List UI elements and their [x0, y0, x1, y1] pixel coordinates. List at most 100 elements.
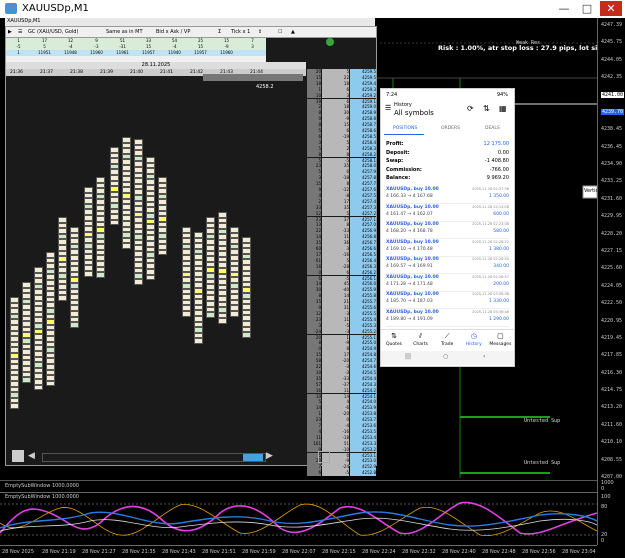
trade-profit: 1 290.00 — [488, 316, 509, 322]
balance-key: Deposit: — [386, 149, 410, 156]
symbol-select[interactable]: GC (XAU/USD, Gold) — [28, 29, 78, 35]
footprint-cell — [182, 311, 191, 317]
trade-time: 2025.11.28 05:36:46 — [472, 309, 509, 314]
price-axis-label: 4236.45 — [601, 143, 623, 150]
trade-row[interactable]: XAUUSDp, buy 10.00 4 169.10 → 4 170.48 202… — [386, 239, 509, 257]
footprint-cell — [194, 338, 203, 344]
home-icon[interactable]: ○ — [443, 353, 448, 360]
scrollbar-thumb[interactable] — [243, 454, 263, 461]
balance-row: Commission: -766.00 — [386, 167, 509, 175]
trade-row[interactable]: XAUUSDp, buy 10.00 4 168.20 → 4 168.78 202… — [386, 221, 509, 239]
footprint-cell — [242, 332, 251, 338]
horizontal-scrollbar[interactable] — [42, 453, 266, 462]
sigma-icon[interactable]: Σ — [218, 29, 221, 35]
time-axis-label: 28 Nov 21:59 — [242, 549, 276, 555]
time-axis-label: 28 Nov 21:35 — [122, 549, 156, 555]
trade-row[interactable]: XAUUSDp, buy 10.00 4 189.80 → 4 191.09 202… — [386, 309, 509, 327]
tick-select[interactable]: Tick x 1 — [231, 29, 250, 35]
triangle-up-icon[interactable]: ▲ — [291, 29, 295, 35]
balance-key: Balance: — [386, 175, 411, 181]
price-axis-label: 4238.45 — [601, 126, 623, 133]
trade-prices: 4 168.20 → 4 168.78 — [386, 229, 433, 234]
price-axis-label: 4210.10 — [601, 439, 623, 446]
trade-row[interactable]: XAUUSDp, buy 10.00 4 185.70 → 4 187.03 202… — [386, 291, 509, 309]
nav-messages-icon[interactable]: ▢ — [487, 332, 513, 340]
scroll-right-icon[interactable]: ▶ — [266, 451, 276, 461]
recent-apps-icon[interactable]: ||| — [405, 353, 411, 360]
subwindow-title: XAUUSDp,M1 — [5, 18, 375, 26]
price-axis-label: 4222.50 — [601, 300, 623, 307]
nav-trade-icon[interactable]: ⟋ — [434, 332, 460, 341]
refresh-icon[interactable]: ⟳ — [467, 104, 474, 113]
close-button[interactable]: ✕ — [600, 1, 622, 16]
hamburger-icon[interactable]: ☰ — [385, 104, 391, 112]
phone-header: History — [394, 102, 412, 108]
trade-row[interactable]: XAUUSDp, buy 10.00 4 171.28 → 4 171.48 202… — [386, 274, 509, 292]
nav-charts-icon[interactable]: ⫽ — [408, 332, 434, 341]
time-axis-label: 28 Nov 22:07 — [282, 549, 316, 555]
nav-history-label[interactable]: History — [461, 342, 487, 347]
maximize-button[interactable]: □ — [576, 1, 598, 16]
calendar-icon[interactable]: ▦ — [499, 104, 507, 113]
back-icon[interactable]: ‹ — [483, 353, 485, 360]
osc-scale-label: 0 — [601, 486, 605, 492]
trade-row[interactable]: XAUUSDp, buy 10.00 4 166.33 → 4 167.68 202… — [386, 186, 509, 204]
oscillator-window[interactable]: EmptySubWindow 1000.0000 — [0, 492, 597, 546]
zone-label-untested-sup-1: Untested Sup — [524, 418, 561, 424]
nav-trade-label[interactable]: Trade — [434, 342, 460, 347]
price-line-label: 4258.2 — [256, 84, 274, 90]
trade-profit: 1 330.00 — [488, 299, 509, 304]
price-axis-label: 4213.20 — [601, 404, 623, 411]
time-axis-label: 28 Nov 22:40 — [442, 549, 476, 555]
minimize-button[interactable]: — — [553, 1, 575, 16]
trade-profit: 1 350.00 — [488, 194, 509, 199]
calendar-icon[interactable] — [12, 450, 24, 462]
time-axis[interactable]: 28 Nov 2025 28 Nov 21:19 28 Nov 21:27 28 No… — [0, 545, 597, 558]
time-axis-label: 28 Nov 21:43 — [162, 549, 196, 555]
trade-row[interactable]: XAUUSDp, buy 10.00 4 169.57 → 4 169.91 202… — [386, 256, 509, 274]
nav-messages-label[interactable]: Messages — [487, 342, 513, 347]
mode-select[interactable]: Same as in MT — [106, 29, 143, 35]
grey-bar — [203, 74, 303, 81]
display-select[interactable]: Bid x Ask / VP — [156, 29, 190, 35]
balance-value: 9 969.20 — [486, 175, 509, 181]
nav-quotes-label[interactable]: Quotes — [381, 342, 407, 347]
trade-symbol: XAUUSDp, buy 10.00 — [386, 239, 439, 245]
time-axis-label: 28 Nov 22:32 — [402, 549, 436, 555]
price-axis-label: 4242.35 — [601, 74, 623, 81]
play-icon[interactable]: ▶ — [8, 29, 12, 35]
footprint-cell — [146, 274, 155, 281]
footprint-time-label: 21:37 — [40, 70, 53, 75]
footprint-time-label: 21:38 — [70, 70, 83, 75]
trade-symbol: XAUUSDp, buy 10.00 — [386, 204, 439, 210]
footprint-panel[interactable]: ▶ ☰ GC (XAU/USD, Gold) Same as in MT Bid… — [5, 26, 377, 477]
price-axis[interactable]: 4247.39 4245.75 4244.05 4242.35 4241.00 4239.… — [597, 18, 625, 480]
footprint-cell — [110, 219, 119, 226]
footprint-cell — [96, 272, 105, 278]
osc-scale-label: 80 — [601, 504, 608, 510]
sort-icon[interactable]: ⇅ — [483, 104, 490, 113]
nav-history-icon[interactable]: ◷ — [461, 332, 487, 340]
menu-icon[interactable]: ☰ — [18, 29, 22, 35]
footprint-toolbar: ▶ ☰ GC (XAU/USD, Gold) Same as in MT Bid… — [6, 27, 376, 38]
trade-prices: 4 169.10 → 4 170.48 — [386, 246, 433, 252]
footprint-cell — [58, 295, 67, 301]
ladder-delta: -5 — [322, 470, 349, 477]
tab-orders[interactable]: ORDERS — [441, 126, 460, 131]
time-axis-label: 28 Nov 22:24 — [362, 549, 396, 555]
tab-positions[interactable]: POSITIONS — [393, 126, 417, 131]
scroll-left-icon[interactable]: ◀ — [28, 451, 38, 461]
footprint-cell — [34, 384, 43, 391]
trade-row[interactable]: XAUUSDp, buy 10.00 4 161.47 → 4 162.07 202… — [386, 204, 509, 222]
price-axis-label: 4225.60 — [601, 265, 623, 272]
nav-charts-label[interactable]: Charts — [408, 342, 434, 347]
square-icon[interactable]: ☐ — [278, 29, 282, 35]
price-axis-label: 4234.90 — [601, 161, 623, 168]
resize-icon[interactable] — [318, 451, 330, 463]
nav-quotes-icon[interactable]: ⇅ — [381, 332, 407, 340]
tab-deals[interactable]: DEALS — [485, 126, 500, 131]
updown-icon[interactable]: ⇕ — [258, 29, 262, 35]
balance-value: -766.00 — [489, 166, 509, 173]
price-axis-label: 4220.95 — [601, 317, 623, 324]
time-axis-label: 28 Nov 21:19 — [42, 549, 76, 555]
